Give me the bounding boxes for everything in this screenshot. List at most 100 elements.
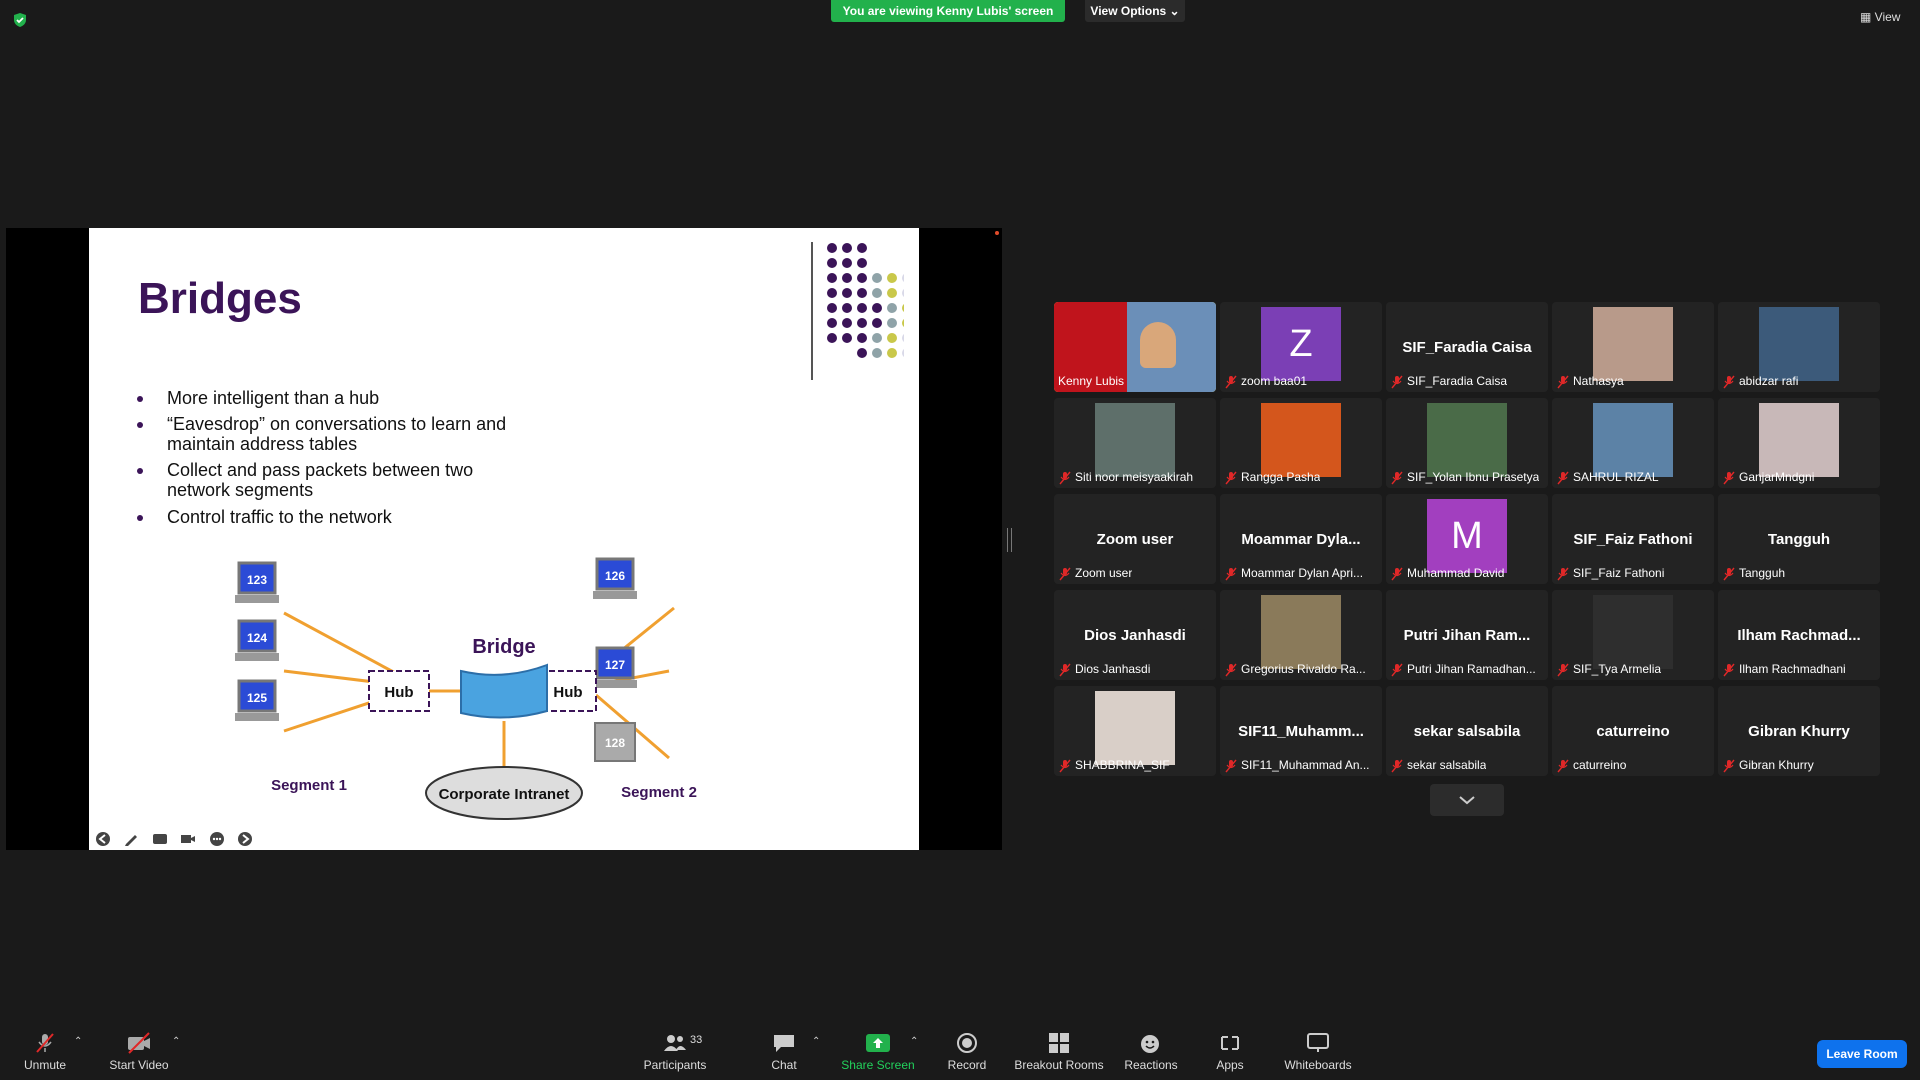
participant-name-label: SAHRUL RIZAL — [1556, 470, 1659, 486]
participant-name-label: Muhammad David — [1390, 566, 1504, 582]
participant-tile[interactable]: SIF_Tya Armelia — [1552, 590, 1714, 680]
security-shield-icon[interactable] — [12, 12, 28, 28]
participant-avatar-photo — [1593, 595, 1673, 669]
participant-name-label: Putri Jihan Ramadhan... — [1390, 662, 1536, 678]
chat-button[interactable]: Chat — [764, 1020, 804, 1080]
video-options-caret-icon[interactable]: ⌃ — [172, 1036, 180, 1047]
participant-tile[interactable]: sekar salsabila sekar salsabila — [1386, 686, 1548, 776]
chat-label: Chat — [771, 1058, 797, 1072]
participant-display-name: SIF_Faiz Fathoni — [1573, 531, 1693, 548]
microphone-muted-icon — [1557, 759, 1569, 773]
participants-icon — [664, 1035, 686, 1051]
reactions-button[interactable]: Reactions — [1124, 1020, 1178, 1080]
participant-tile[interactable]: Rangga Pasha — [1220, 398, 1382, 488]
participant-name: Putri Jihan Ramadhan... — [1407, 662, 1536, 676]
participant-name: Gregorius Rivaldo Ra... — [1241, 662, 1366, 676]
microphone-muted-icon — [1723, 759, 1735, 773]
participant-tile[interactable]: Ilham Rachmad... Ilham Rachmadhani — [1718, 590, 1880, 680]
next-slide-icon[interactable] — [237, 831, 253, 847]
pen-icon[interactable] — [123, 831, 139, 847]
participant-tile[interactable]: SIF_Faradia Caisa SIF_Faradia Caisa — [1386, 302, 1548, 392]
microphone-muted-icon — [1391, 759, 1403, 773]
participant-tile[interactable]: caturreino caturreino — [1552, 686, 1714, 776]
record-button[interactable]: Record — [942, 1020, 992, 1080]
participant-tile[interactable]: SIF_Yolan Ibnu Prasetya — [1386, 398, 1548, 488]
participant-tile[interactable]: abidzar rafi — [1718, 302, 1880, 392]
view-options-button[interactable]: View Options ⌄ — [1085, 0, 1185, 22]
participant-tile[interactable]: Dios Janhasdi Dios Janhasdi — [1054, 590, 1216, 680]
participant-tile[interactable]: GanjarMndgni — [1718, 398, 1880, 488]
computer-label-123: 123 — [247, 573, 267, 587]
gallery-next-page-button[interactable] — [1430, 784, 1504, 816]
participant-avatar-photo — [1095, 691, 1175, 765]
participant-display-name: SIF11_Muhamm... — [1238, 723, 1364, 740]
participant-name: SIF_Tya Armelia — [1573, 662, 1662, 676]
participant-tile[interactable]: Zzoom baa01 — [1220, 302, 1382, 392]
participant-tile[interactable]: SIF_Faiz Fathoni SIF_Faiz Fathoni — [1552, 494, 1714, 584]
participant-tile[interactable]: Zoom user Zoom user — [1054, 494, 1216, 584]
more-options-icon[interactable] — [209, 831, 225, 847]
participant-name-label: zoom baa01 — [1224, 374, 1307, 390]
participant-tile[interactable]: Gregorius Rivaldo Ra... — [1220, 590, 1382, 680]
participant-tile[interactable]: Kenny Lubis — [1054, 302, 1216, 392]
participant-name-label: Moammar Dylan Apri... — [1224, 566, 1363, 582]
microphone-muted-icon — [1723, 567, 1735, 581]
breakout-rooms-label: Breakout Rooms — [1014, 1058, 1104, 1072]
participants-button[interactable]: Participants — [640, 1020, 710, 1080]
decorative-dot-pattern — [827, 243, 904, 358]
view-button[interactable]: ▦ View — [1860, 10, 1900, 24]
slide-controls — [95, 831, 261, 847]
participant-name: zoom baa01 — [1241, 374, 1308, 388]
participant-tile[interactable]: Nathasya — [1552, 302, 1714, 392]
participant-display-name: Moammar Dyla... — [1241, 531, 1361, 548]
leave-room-button[interactable]: Leave Room — [1817, 1040, 1907, 1068]
apps-label: Apps — [1216, 1058, 1244, 1072]
microphone-muted-icon — [1059, 471, 1071, 485]
participants-count: 33 — [690, 1034, 703, 1046]
apps-button[interactable]: Apps — [1200, 1020, 1260, 1080]
participant-name: Gibran Khurry — [1739, 758, 1814, 772]
computer-label-126: 126 — [605, 569, 625, 583]
slide-divider-line — [811, 242, 813, 380]
chat-options-caret-icon[interactable]: ⌃ — [812, 1036, 820, 1047]
panel-resize-handle[interactable] — [1007, 528, 1012, 552]
participant-tile[interactable]: M Muhammad David — [1386, 494, 1548, 584]
grid-view-icon: ▦ — [1860, 10, 1875, 24]
participant-name: SHABBRINA_SIF — [1075, 758, 1170, 772]
share-options-caret-icon[interactable]: ⌃ — [910, 1036, 918, 1047]
participant-tile[interactable]: Tangguh Tangguh — [1718, 494, 1880, 584]
computer-label-125: 125 — [247, 691, 267, 705]
audio-options-caret-icon[interactable]: ⌃ — [74, 1036, 82, 1047]
unmute-button[interactable]: Unmute — [20, 1020, 70, 1080]
participant-name: Muhammad David — [1407, 566, 1505, 580]
participant-tile[interactable]: Siti noor meisyaakirah — [1054, 398, 1216, 488]
breakout-rooms-button[interactable]: Breakout Rooms — [1014, 1020, 1104, 1080]
start-video-button[interactable]: Start Video — [104, 1020, 174, 1080]
captions-icon[interactable] — [152, 831, 168, 847]
participant-tile[interactable]: Putri Jihan Ram... Putri Jihan Ramadhan..… — [1386, 590, 1548, 680]
participant-tile[interactable]: Moammar Dyla... Moammar Dylan Apri... — [1220, 494, 1382, 584]
participant-name-label: Rangga Pasha — [1224, 470, 1320, 486]
participant-tile[interactable]: SIF11_Muhamm... SIF11_Muhammad An... — [1220, 686, 1382, 776]
video-off-icon — [128, 1032, 150, 1054]
microphone-muted-icon — [1225, 567, 1237, 581]
participant-avatar-photo — [1095, 403, 1175, 477]
share-screen-button[interactable]: Share Screen — [838, 1020, 918, 1080]
participant-name: GanjarMndgni — [1739, 470, 1815, 484]
whiteboards-button[interactable]: Whiteboards — [1282, 1020, 1354, 1080]
participant-name-label: Zoom user — [1058, 566, 1132, 582]
microphone-muted-icon — [1391, 471, 1403, 485]
participant-name: Ilham Rachmadhani — [1739, 662, 1846, 676]
presenter-avatar — [1140, 322, 1176, 368]
microphone-muted-icon — [1391, 375, 1403, 389]
microphone-muted-icon — [1225, 375, 1237, 389]
participant-tile[interactable]: SAHRUL RIZAL — [1552, 398, 1714, 488]
participant-tile[interactable]: Gibran Khurry Gibran Khurry — [1718, 686, 1880, 776]
participant-display-name: caturreino — [1596, 723, 1670, 740]
previous-slide-icon[interactable] — [95, 831, 111, 847]
computer-label-124: 124 — [247, 631, 267, 645]
segment2-label: Segment 2 — [621, 784, 697, 801]
camera-off-icon[interactable] — [180, 831, 196, 847]
participant-tile[interactable]: SHABBRINA_SIF — [1054, 686, 1216, 776]
participant-name-label: sekar salsabila — [1390, 758, 1486, 774]
